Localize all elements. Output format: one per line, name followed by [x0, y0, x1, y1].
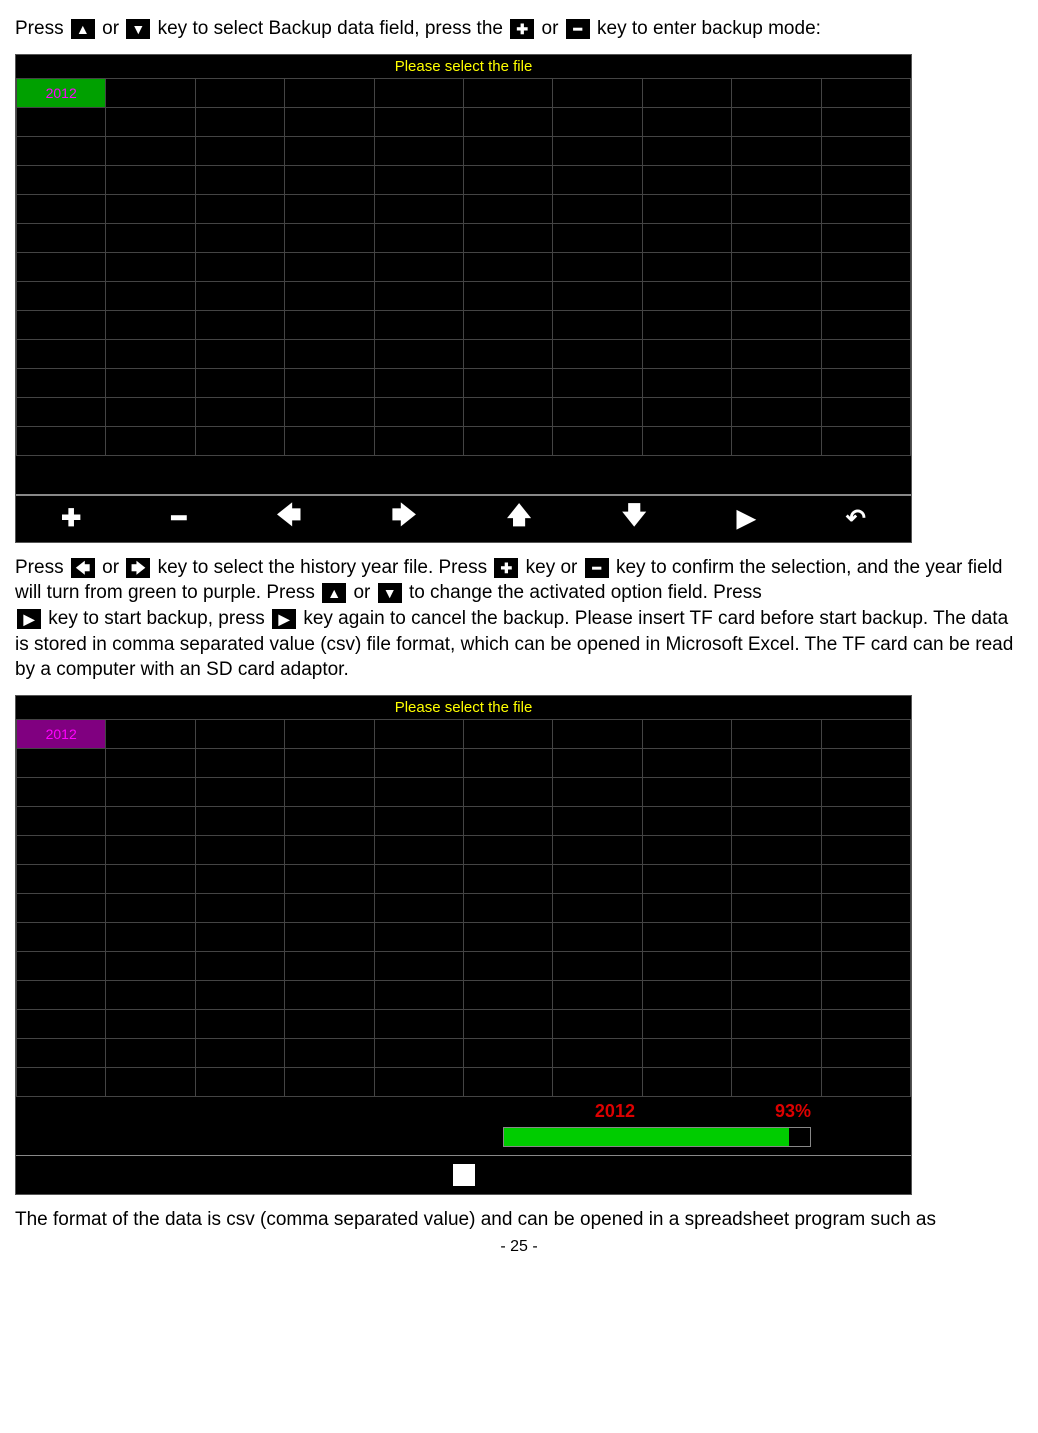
- toolbar: ✚ ━ 🡄 🡆 🡅 🡇 ▶ ↶: [16, 494, 911, 542]
- text: key or: [526, 557, 583, 578]
- text: key to select the history year file. Pre…: [158, 557, 493, 578]
- arrow-down-icon: ▼: [378, 583, 402, 603]
- minus-icon[interactable]: ━: [172, 504, 186, 533]
- arrow-up-icon: ▲: [71, 19, 95, 39]
- plus-icon[interactable]: ✚: [61, 504, 81, 533]
- screen-title: Please select the file: [16, 55, 911, 78]
- plus-icon: ✚: [510, 19, 534, 39]
- instruction-2: Press 🡄 or 🡆 key to select the history y…: [15, 555, 1023, 683]
- arrow-right-icon: 🡆: [126, 558, 150, 578]
- arrow-up-icon[interactable]: 🡅: [507, 498, 532, 539]
- stop-toolbar: [16, 1155, 911, 1194]
- text: key to select Backup data field, press t…: [158, 18, 509, 39]
- play-icon: ▶: [272, 609, 296, 629]
- screen-title: Please select the file: [16, 696, 911, 719]
- arrow-left-icon[interactable]: 🡄: [276, 498, 301, 539]
- status-percent: 93%: [775, 1101, 811, 1122]
- file-grid: 2012: [16, 719, 911, 1097]
- text: key to start backup, press: [48, 608, 270, 629]
- text: or: [102, 557, 124, 578]
- device-screen-1: Please select the file 2012 ✚ ━ 🡄 🡆 🡅 🡇 …: [15, 54, 912, 543]
- file-grid: 2012: [16, 78, 911, 456]
- arrow-up-icon: ▲: [322, 583, 346, 603]
- progress-bar: [503, 1127, 811, 1147]
- text: or: [102, 18, 124, 39]
- return-icon[interactable]: ↶: [846, 504, 866, 533]
- text: Press: [15, 557, 69, 578]
- minus-icon: ━: [585, 558, 609, 578]
- text: to change the activated option field. Pr…: [409, 582, 762, 603]
- backup-status: 2012 93%: [16, 1097, 911, 1127]
- minus-icon: ━: [566, 19, 590, 39]
- progress-fill: [504, 1128, 789, 1146]
- text: key to enter backup mode:: [597, 18, 821, 39]
- year-cell-confirmed[interactable]: 2012: [17, 719, 106, 748]
- stop-icon[interactable]: [453, 1164, 475, 1186]
- plus-icon: ✚: [494, 558, 518, 578]
- text: or: [353, 582, 375, 603]
- text: or: [542, 18, 564, 39]
- arrow-left-icon: 🡄: [71, 558, 95, 578]
- instruction-3: The format of the data is csv (comma sep…: [15, 1207, 1023, 1233]
- device-screen-2: Please select the file 2012 2012 93%: [15, 695, 912, 1195]
- text: Press: [15, 18, 69, 39]
- play-icon: ▶: [17, 609, 41, 629]
- play-icon[interactable]: ▶: [737, 504, 755, 533]
- arrow-right-icon[interactable]: 🡆: [392, 498, 417, 539]
- page-number: - 25 -: [15, 1238, 1023, 1256]
- instruction-1: Press ▲ or ▼ key to select Backup data f…: [15, 16, 1023, 42]
- arrow-down-icon[interactable]: 🡇: [622, 498, 647, 539]
- status-year: 2012: [595, 1101, 635, 1122]
- arrow-down-icon: ▼: [126, 19, 150, 39]
- year-cell-selected[interactable]: 2012: [17, 78, 106, 107]
